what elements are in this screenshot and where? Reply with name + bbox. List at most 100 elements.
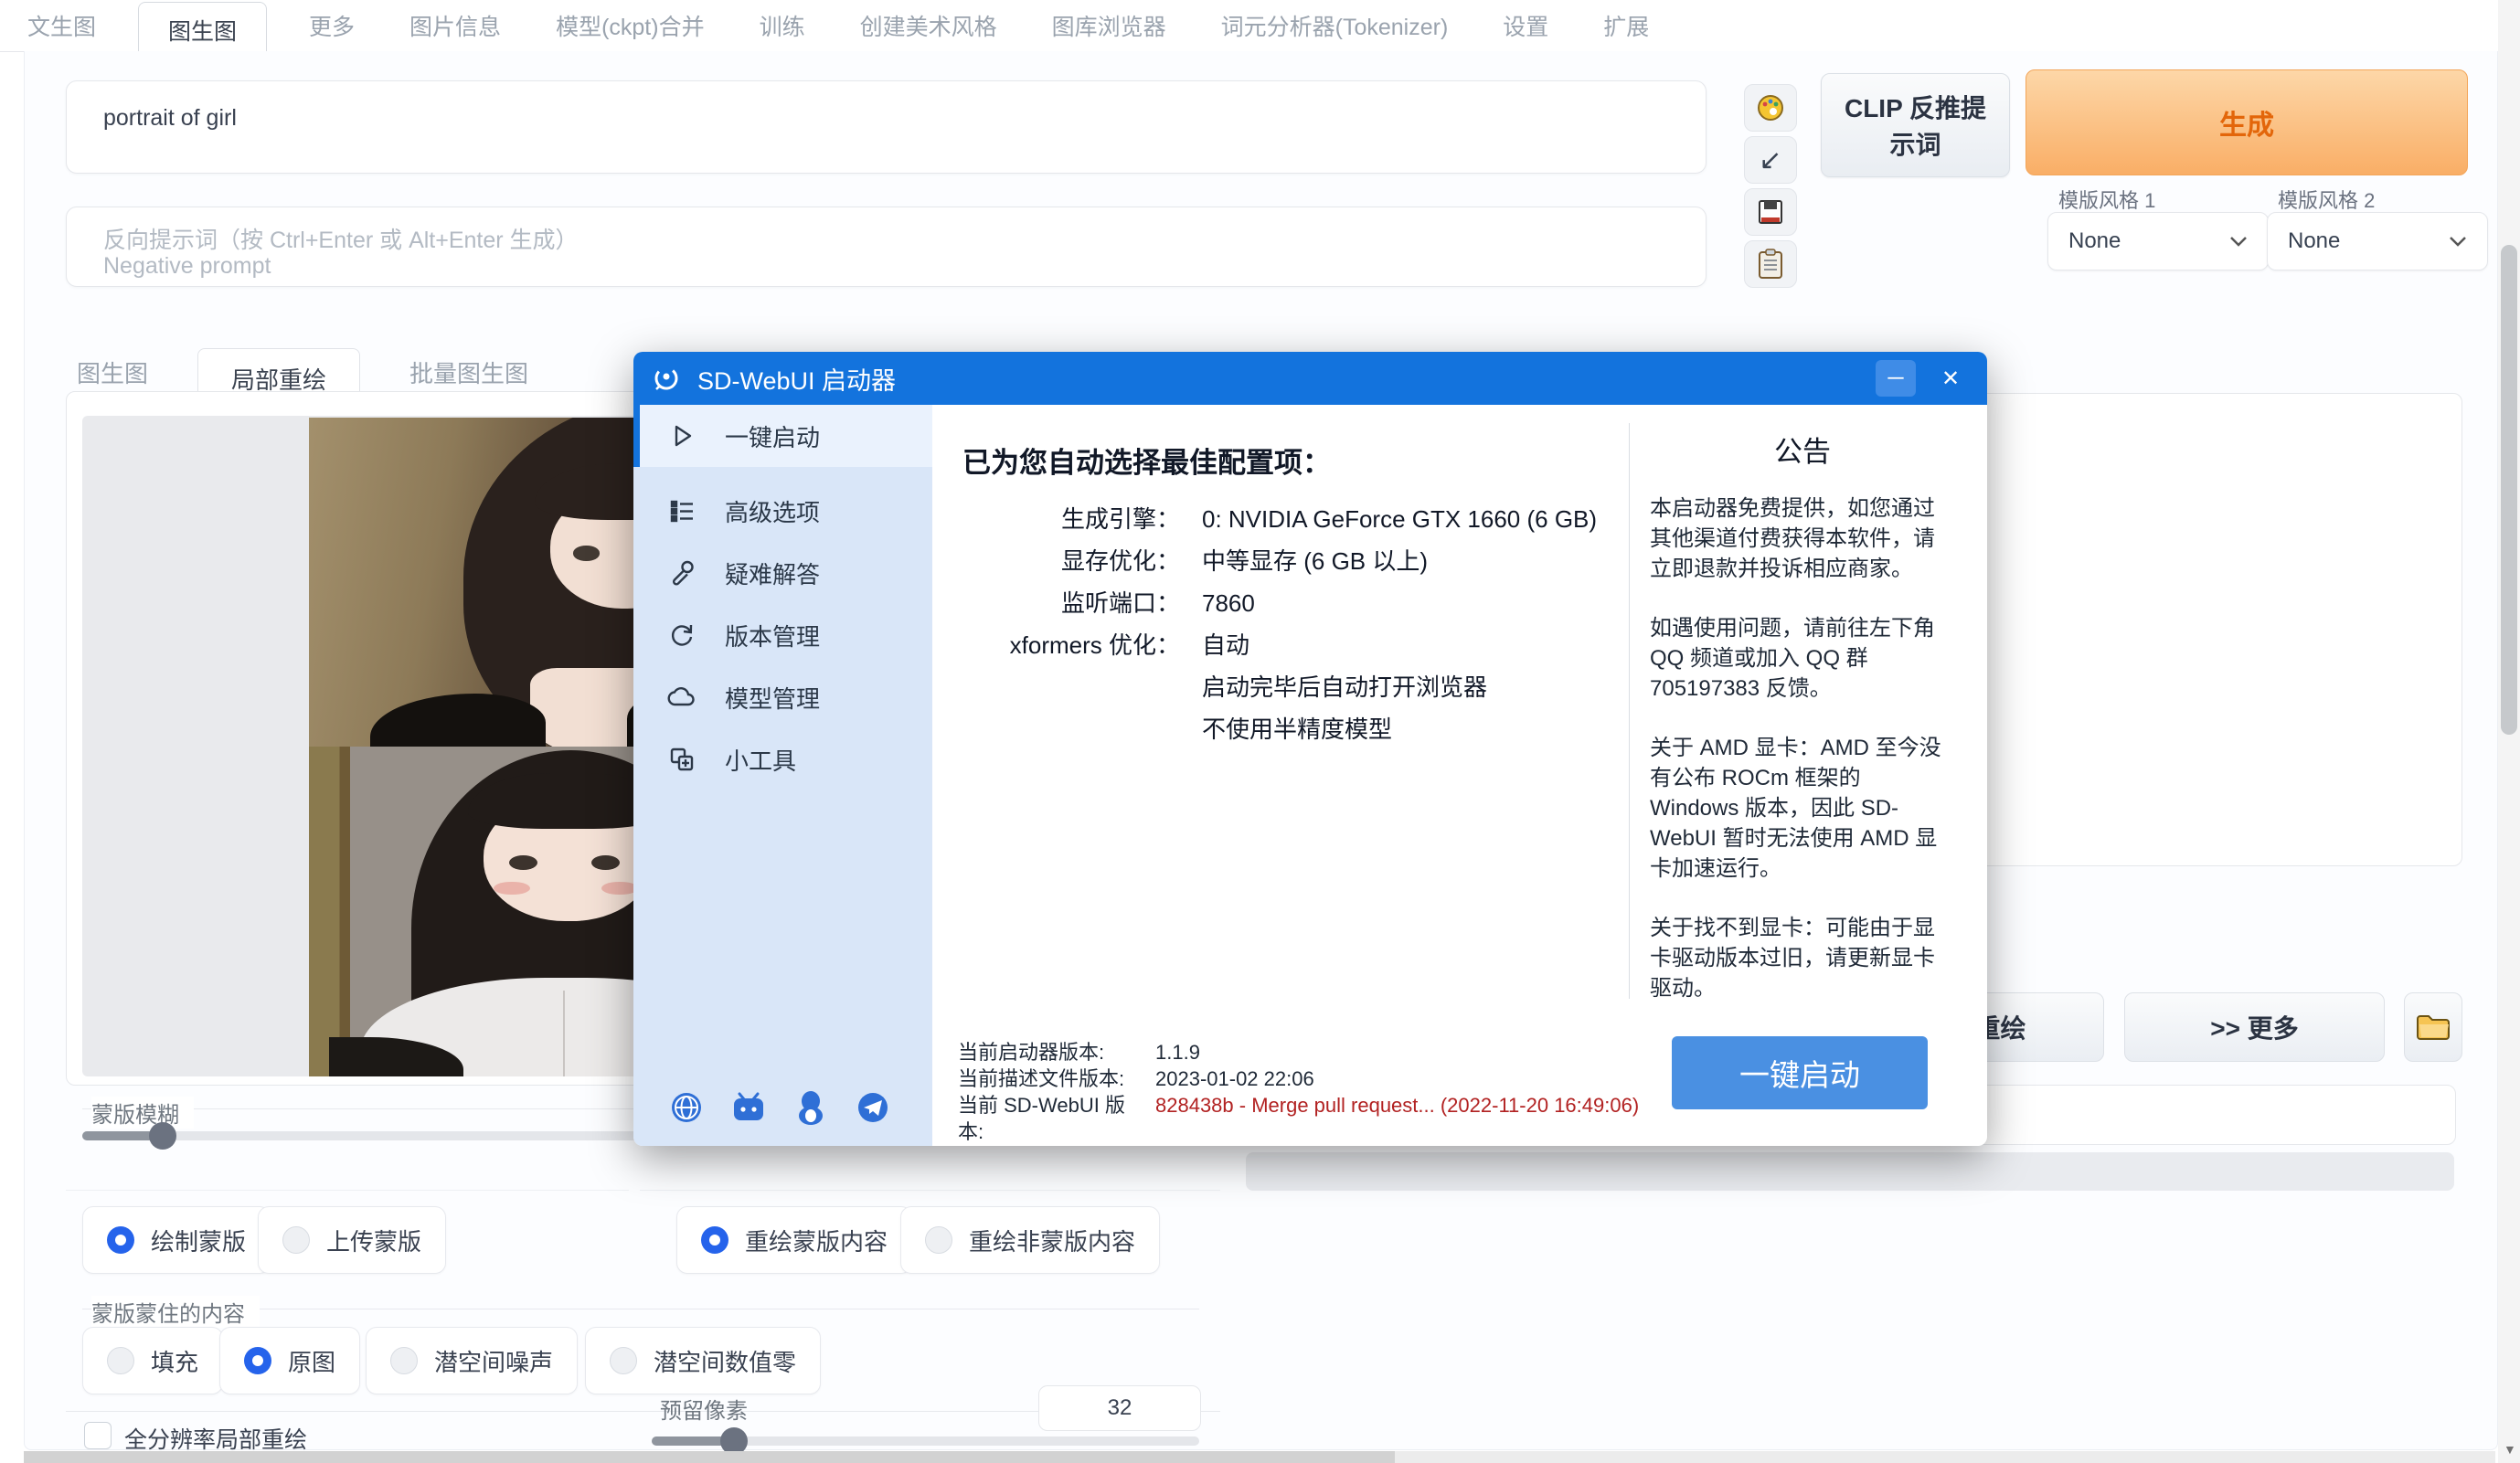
negative-prompt-input[interactable]: 反向提示词（按 Ctrl+Enter 或 Alt+Enter 生成） Negat… <box>66 207 1707 287</box>
list-icon <box>666 495 697 526</box>
sidebar-item-label: 小工具 <box>725 743 796 777</box>
sidebar-item-tools[interactable]: 小工具 <box>633 728 932 790</box>
vertical-scrollbar-thumb[interactable] <box>2501 245 2517 735</box>
radio-unselected-icon <box>390 1347 418 1374</box>
full-res-checkbox[interactable] <box>84 1422 112 1449</box>
chevron-down-icon <box>2449 236 2467 247</box>
version-row: 当前 SD-WebUI 版本:828438b - Merge pull requ… <box>958 1092 1639 1145</box>
sidebar-item-label: 疑难解答 <box>725 557 820 590</box>
inner-tab-batch[interactable]: 批量图生图 <box>409 355 528 389</box>
vertical-scrollbar[interactable]: ▼ <box>2498 0 2520 1463</box>
radio-latent-nothing[interactable]: 潜空间数值零 <box>585 1327 821 1394</box>
version-row: 当前启动器版本:1.1.9 <box>958 1039 1639 1065</box>
tab-train[interactable]: 训练 <box>760 9 805 42</box>
bilibili-icon[interactable] <box>730 1089 767 1126</box>
paste-to-negative-button[interactable]: ↙ <box>1744 136 1797 184</box>
radio-label: 潜空间数值零 <box>654 1344 796 1378</box>
folder-icon <box>2416 1013 2451 1041</box>
style1-select[interactable]: None <box>2047 212 2269 270</box>
launcher-dialog: SD-WebUI 启动器 ─ ✕ 一键启动 高级选项 疑难解答 <box>633 352 1987 1146</box>
style2-label: 模版风格 2 <box>2278 185 2375 214</box>
launcher-titlebar[interactable]: SD-WebUI 启动器 ─ ✕ <box>633 352 1987 405</box>
config-row: 显存优化：中等显存 (6 GB 以上) <box>962 540 1597 582</box>
telegram-icon[interactable] <box>855 1089 891 1126</box>
sidebar-item-version-management[interactable]: 版本管理 <box>633 604 932 666</box>
eye-left <box>573 546 599 560</box>
radio-draw-mask[interactable]: 绘制蒙版 <box>82 1206 271 1274</box>
tab-checkpoint-merger[interactable]: 模型(ckpt)合并 <box>556 9 705 42</box>
tab-settings[interactable]: 设置 <box>1503 9 1548 42</box>
clip-interrogate-button[interactable]: CLIP 反推提示词 <box>1821 73 2010 177</box>
radio-inpaint-not-masked[interactable]: 重绘非蒙版内容 <box>900 1206 1160 1274</box>
paste-prompt-button[interactable] <box>1744 240 1797 288</box>
horizontal-scrollbar[interactable] <box>24 1451 2495 1463</box>
horizontal-scrollbar-thumb[interactable] <box>24 1451 1395 1463</box>
radio-upload-mask[interactable]: 上传蒙版 <box>258 1206 446 1274</box>
launcher-sidebar: 一键启动 高级选项 疑难解答 版本管理 <box>633 405 932 1146</box>
reserved-pixels-slider[interactable] <box>652 1436 1199 1446</box>
tab-png-info[interactable]: 图片信息 <box>409 9 501 42</box>
more-button[interactable]: >> 更多 <box>2124 992 2385 1062</box>
sidebar-item-advanced-options[interactable]: 高级选项 <box>633 480 932 542</box>
radio-latent-noise[interactable]: 潜空间噪声 <box>366 1327 578 1394</box>
tab-txt2img[interactable]: 文生图 <box>27 9 96 42</box>
clip-interrogate-label: CLIP 反推提示词 <box>1843 89 1989 162</box>
radio-selected-icon <box>244 1347 271 1374</box>
radio-original[interactable]: 原图 <box>219 1327 360 1394</box>
radio-inpaint-masked[interactable]: 重绘蒙版内容 <box>676 1206 912 1274</box>
mask-blur-handle[interactable] <box>149 1122 176 1150</box>
radio-fill[interactable]: 填充 <box>82 1327 223 1394</box>
content-divider <box>1629 423 1630 999</box>
shirt-placket <box>563 991 565 1076</box>
one-click-launch-button[interactable]: 一键启动 <box>1672 1036 1928 1109</box>
reserved-pixels-label: 预留像素 <box>660 1393 748 1425</box>
mask-blur-label: 蒙版模糊 <box>91 1097 194 1129</box>
announcement-paragraph: 关于找不到显卡：可能由于显卡驱动版本过旧，请更新显卡驱动。 <box>1650 913 1955 1003</box>
radio-unselected-icon <box>610 1347 637 1374</box>
sidebar-item-label: 高级选项 <box>725 494 820 528</box>
prompt-input[interactable]: portrait of girl <box>66 80 1707 174</box>
style2-select[interactable]: None <box>2267 212 2488 270</box>
launch-label: 一键启动 <box>1739 1051 1860 1095</box>
website-globe-icon[interactable] <box>668 1089 705 1126</box>
sidebar-item-label: 版本管理 <box>725 619 820 652</box>
version-row: 当前描述文件版本:2023-01-02 22:06 <box>958 1065 1639 1092</box>
tab-extras[interactable]: 更多 <box>309 9 355 42</box>
chevron-down-icon <box>2229 236 2248 247</box>
wrench-icon <box>666 557 697 588</box>
sidebar-item-model-management[interactable]: 模型管理 <box>633 666 932 728</box>
radio-label: 填充 <box>151 1344 198 1378</box>
reserved-pixels-value-box[interactable]: 32 <box>1038 1385 1201 1431</box>
main-tab-bar: 文生图 图生图 更多 图片信息 模型(ckpt)合并 训练 创建美术风格 图库浏… <box>0 0 2520 52</box>
tab-create-style[interactable]: 创建美术风格 <box>860 9 997 42</box>
tab-tokenizer[interactable]: 词元分析器(Tokenizer) <box>1221 9 1449 42</box>
generate-button[interactable]: 生成 <box>2026 69 2468 175</box>
scrollbar-down-arrow[interactable]: ▼ <box>2504 1442 2516 1457</box>
inner-tab-img2img[interactable]: 图生图 <box>77 355 148 389</box>
social-icon-row <box>668 1089 891 1126</box>
tab-gallery[interactable]: 图库浏览器 <box>1052 9 1166 42</box>
radio-label: 潜空间噪声 <box>434 1344 553 1378</box>
save-style-button[interactable] <box>1744 188 1797 236</box>
radio-unselected-icon <box>925 1226 952 1254</box>
config-row: 启动完毕后自动打开浏览器 <box>962 666 1597 708</box>
palette-icon <box>1755 92 1786 123</box>
radio-unselected-icon <box>107 1347 134 1374</box>
minimize-button[interactable]: ─ <box>1876 360 1916 397</box>
announcement-title: 公告 <box>1650 429 1955 470</box>
sidebar-item-one-click-launch[interactable]: 一键启动 <box>633 405 932 467</box>
qq-icon[interactable] <box>792 1089 829 1126</box>
save-icon <box>1756 197 1785 227</box>
style-apply-button[interactable] <box>1744 84 1797 132</box>
close-button[interactable]: ✕ <box>1930 360 1971 397</box>
clothes-left <box>370 694 545 747</box>
version-info: 当前启动器版本:1.1.9 当前描述文件版本:2023-01-02 22:06 … <box>958 1039 1639 1145</box>
config-row: 不使用半精度模型 <box>962 708 1597 750</box>
tab-extensions[interactable]: 扩展 <box>1603 9 1649 42</box>
open-folder-button[interactable] <box>2404 992 2462 1062</box>
arrow-down-left-icon: ↙ <box>1759 144 1781 176</box>
output-log-bar <box>1246 1152 2454 1191</box>
sidebar-item-troubleshooting[interactable]: 疑难解答 <box>633 542 932 604</box>
radio-label: 重绘非蒙版内容 <box>969 1224 1135 1257</box>
announcement-paragraph: 关于 AMD 显卡：AMD 至今没有公布 ROCm 框架的 Windows 版本… <box>1650 733 1955 884</box>
